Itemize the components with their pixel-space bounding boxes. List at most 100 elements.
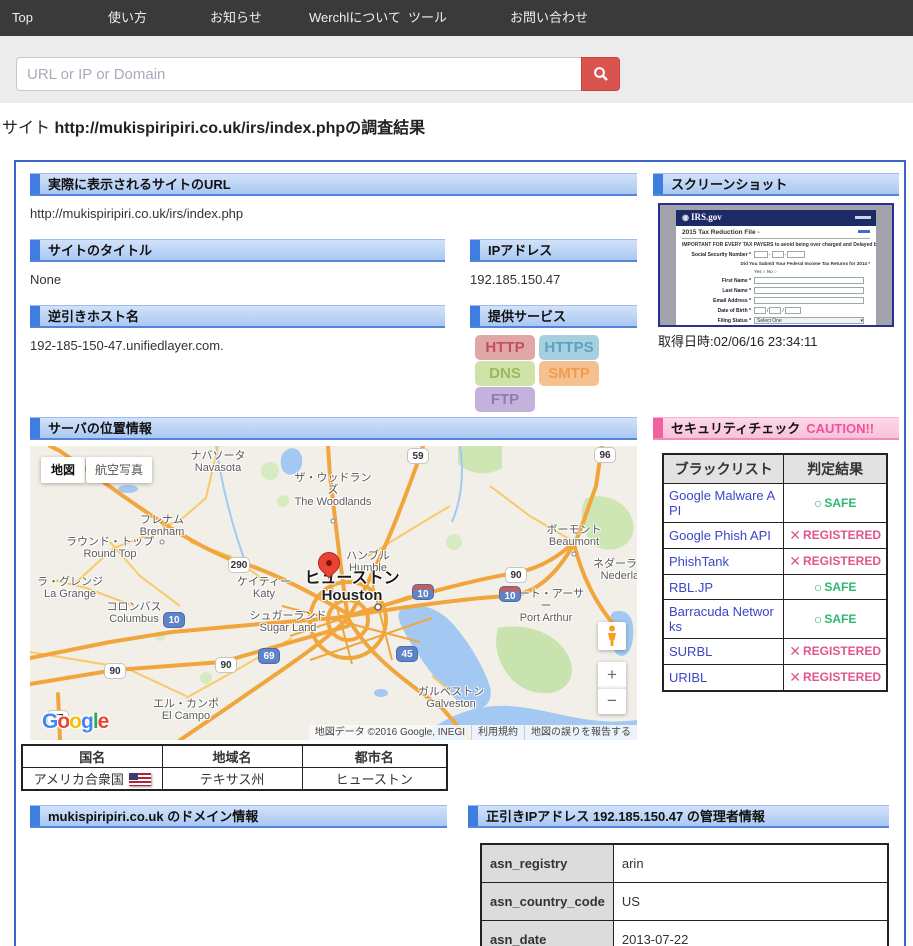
google-map[interactable]: ナバソータNavasotaザ・ウッドランズThe WoodlandsフレナムBr… xyxy=(30,446,637,740)
us-flag-icon xyxy=(129,773,151,786)
service-badge-https: HTTPS xyxy=(539,335,599,360)
registered-cross-icon: ✕ xyxy=(789,643,801,659)
email-input xyxy=(754,297,864,304)
ip-admin-row: asn_country_codeUS xyxy=(481,883,888,921)
ip-admin-key: asn_date xyxy=(481,921,613,946)
section-actual-url-heading: 実際に表示されるサイトのURL xyxy=(30,173,637,196)
nav-item-4[interactable]: Werchlについて xyxy=(309,0,401,36)
safe-circle-icon: ○ xyxy=(814,495,822,511)
blacklist-link[interactable]: Google Phish API xyxy=(663,523,784,549)
registered-cross-icon: ✕ xyxy=(789,669,801,685)
region-header: 地域名 xyxy=(162,745,302,768)
nav-item-2[interactable]: 使い方 xyxy=(108,0,147,36)
map-graphics xyxy=(30,446,637,740)
zoom-in-button[interactable]: + xyxy=(598,662,626,688)
email-label: Email Address * xyxy=(682,298,754,304)
google-logo-letter: o xyxy=(69,710,81,733)
result-panel: 実際に表示されるサイトのURL スクリーンショット http://mukispi… xyxy=(14,160,906,946)
pegman-streetview-control[interactable] xyxy=(598,622,626,650)
site-screenshot-thumbnail[interactable]: IRS.gov 2015 Tax Reduction File - IMPORT… xyxy=(658,203,894,327)
nav-item-5[interactable]: ツール xyxy=(408,0,447,36)
map-type-map-button[interactable]: 地図 xyxy=(41,457,85,483)
screenshot-page: IRS.gov 2015 Tax Reduction File - IMPORT… xyxy=(676,210,876,325)
registered-cross-icon: ✕ xyxy=(789,553,801,569)
ip-admin-key: asn_country_code xyxy=(481,883,613,921)
filing-status-label: Filing Status * xyxy=(682,318,754,324)
reverse-host-value: 192-185-150-47.unifiedlayer.com. xyxy=(30,338,224,353)
yes-no-radios: Yes ○ No ○ xyxy=(754,269,777,274)
blacklist-row: Google Phish API✕REGISTERED xyxy=(663,523,887,549)
dob-label: Date of Birth * xyxy=(682,308,754,314)
service-badge-ftp: FTP xyxy=(475,387,535,412)
blacklist-row: SURBL✕REGISTERED xyxy=(663,639,887,665)
route-shield-10: 10 xyxy=(163,612,185,628)
route-shield-290: 290 xyxy=(228,557,250,573)
nav-item-1[interactable]: Top xyxy=(12,0,33,36)
blacklist-row: Google Malware API○SAFE xyxy=(663,484,887,523)
blacklist-link[interactable]: Barracuda Networks xyxy=(663,600,784,639)
blacklist-link[interactable]: SURBL xyxy=(663,639,784,665)
ssn-box-3 xyxy=(787,251,805,258)
section-screenshot-heading: スクリーンショット xyxy=(653,173,899,196)
service-badge-smtp: SMTP xyxy=(539,361,599,386)
site-title-value: None xyxy=(30,272,61,287)
google-logo-letter: G xyxy=(42,710,57,733)
blacklist-row: RBL.JP○SAFE xyxy=(663,575,887,600)
country-cell: アメリカ合衆国 xyxy=(22,768,162,791)
section-security-check-heading: セキュリティチェックCAUTION!! xyxy=(653,417,899,440)
first-name-input xyxy=(754,277,864,284)
route-shield-69: 69 xyxy=(258,648,280,664)
pegman-icon xyxy=(606,625,618,647)
search-button[interactable] xyxy=(581,57,620,91)
country-header: 国名 xyxy=(22,745,162,768)
blacklist-row: Barracuda Networks○SAFE xyxy=(663,600,887,639)
blacklist-result: ○SAFE xyxy=(784,484,887,523)
filing-status-select: Select One ▾ xyxy=(754,317,864,324)
last-name-label: Last Name * xyxy=(682,288,754,294)
map-data-attribution: 地図データ ©2016 Google, INEGI xyxy=(309,725,471,740)
section-server-location-heading: サーバの位置情報 xyxy=(30,417,637,440)
section-ip-heading: IPアドレス xyxy=(470,239,637,262)
tax-question-label: Did You Submit Your Federal Income Tax R… xyxy=(740,261,870,266)
blacklist-link[interactable]: Google Malware API xyxy=(663,484,784,523)
ip-value: 192.185.150.47 xyxy=(470,272,560,287)
map-type-satellite-button[interactable]: 航空写真 xyxy=(86,457,152,483)
zoom-out-button[interactable]: − xyxy=(598,688,626,714)
route-shield-90: 90 xyxy=(215,657,237,673)
route-shield-45: 45 xyxy=(396,646,418,662)
blacklist-result: ✕REGISTERED xyxy=(784,639,887,665)
service-badge-dns: DNS xyxy=(475,361,535,386)
top-nav-bar: Top 使い方 お知らせ Werchlについてツール お問い合わせ xyxy=(0,0,913,36)
blacklist-result: ✕REGISTERED xyxy=(784,523,887,549)
blacklist-result: ✕REGISTERED xyxy=(784,665,887,692)
irs-warning-text: IMPORTANT FOR EVERY TAX PAYERS to avoid … xyxy=(682,242,870,248)
ssn-box-1 xyxy=(754,251,768,258)
blacklist-table: ブラックリスト 判定結果 Google Malware API○SAFEGoog… xyxy=(662,453,888,692)
search-input[interactable] xyxy=(16,57,581,91)
blacklist-header: ブラックリスト xyxy=(663,454,784,484)
safe-circle-icon: ○ xyxy=(814,611,822,627)
ip-admin-row: asn_registryarin xyxy=(481,844,888,883)
nav-item-3[interactable]: お知らせ xyxy=(210,0,262,36)
blacklist-result: ✕REGISTERED xyxy=(784,549,887,575)
ip-admin-value: arin xyxy=(613,844,888,883)
blacklist-link[interactable]: PhishTank xyxy=(663,549,784,575)
dob-box-2 xyxy=(769,307,781,314)
map-terms-link[interactable]: 利用規約 xyxy=(471,725,524,740)
route-shield-59: 59 xyxy=(407,448,429,464)
first-name-label: First Name * xyxy=(682,278,754,284)
section-ip-admin-heading: 正引きIPアドレス 192.185.150.47 の管理者情報 xyxy=(468,805,889,828)
blacklist-link[interactable]: URIBL xyxy=(663,665,784,692)
blacklist-row: PhishTank✕REGISTERED xyxy=(663,549,887,575)
nav-item-6[interactable]: お問い合わせ xyxy=(510,0,588,36)
ip-admin-key: asn_registry xyxy=(481,844,613,883)
section-site-title-heading: サイトのタイトル xyxy=(30,239,445,262)
map-report-error-link[interactable]: 地図の誤りを報告する xyxy=(524,725,637,740)
dob-box-1 xyxy=(754,307,766,314)
section-reverse-host-heading: 逆引きホスト名 xyxy=(30,305,445,328)
actual-url-value: http://mukispiripiri.co.uk/irs/index.php xyxy=(30,206,243,221)
ssn-box-2 xyxy=(772,251,784,258)
google-logo: Google xyxy=(42,710,108,734)
blacklist-link[interactable]: RBL.JP xyxy=(663,575,784,600)
ip-admin-value: 2013-07-22 xyxy=(613,921,888,946)
